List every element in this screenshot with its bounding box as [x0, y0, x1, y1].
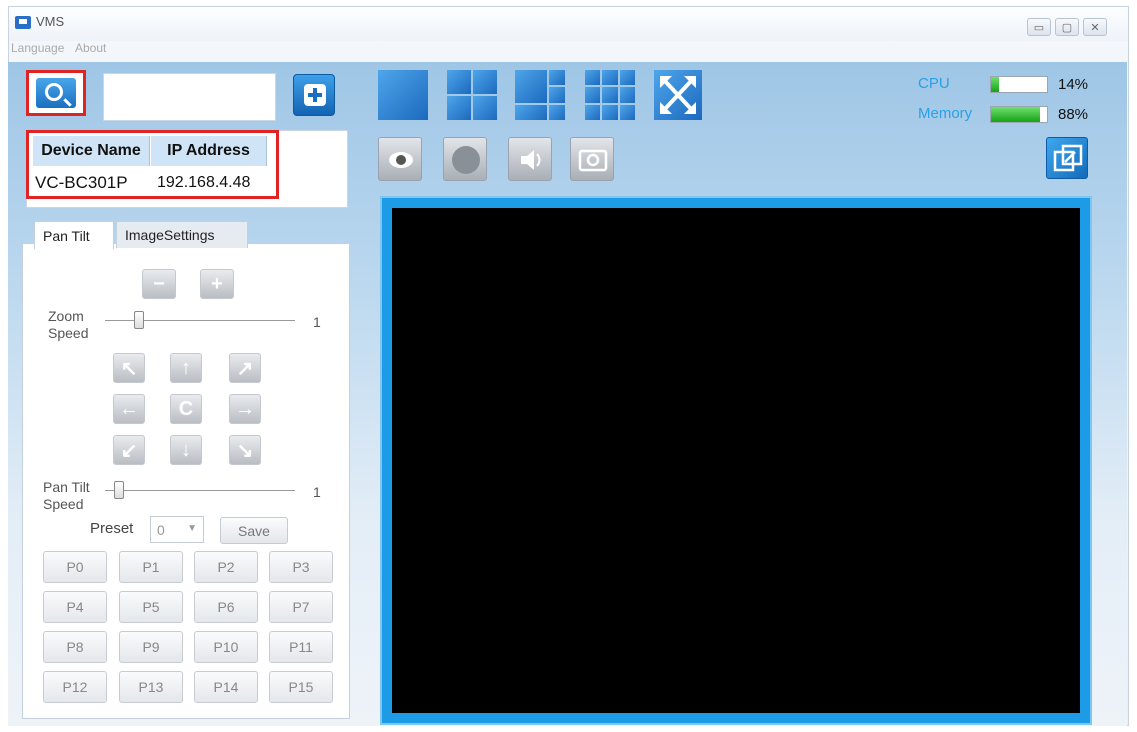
audio-button[interactable] [508, 137, 552, 181]
pan-center-button[interactable]: C [170, 394, 202, 424]
pan-down-button[interactable]: ↓ [170, 435, 202, 465]
live-view-button[interactable] [378, 137, 422, 181]
preset-label: Preset [90, 520, 134, 537]
pan-tilt-speed-slider[interactable] [105, 490, 295, 491]
menu-about[interactable]: About [75, 41, 106, 55]
preset-button-p6[interactable]: P6 [194, 591, 258, 623]
pan-up-right-button[interactable]: ↗ [229, 353, 261, 383]
cpu-meter-fill [991, 77, 999, 92]
record-icon [452, 146, 480, 174]
arrow-down-icon: ↓ [181, 438, 191, 461]
memory-meter-fill [991, 107, 1041, 122]
expand-icon [660, 76, 696, 114]
arrow-left-icon: ← [119, 397, 139, 420]
search-icon [45, 83, 63, 101]
memory-label: Memory [918, 105, 973, 122]
preset-button-p4[interactable]: P4 [43, 591, 107, 623]
preset-button-p9[interactable]: P9 [119, 631, 183, 663]
menu-language[interactable]: Language [11, 41, 64, 55]
preset-button-p3[interactable]: P3 [269, 551, 333, 583]
snapshot-button[interactable] [570, 137, 614, 181]
center-icon: C [178, 397, 194, 420]
pan-tilt-speed-slider-thumb[interactable] [114, 481, 124, 499]
pan-left-button[interactable]: ← [113, 394, 145, 424]
close-button[interactable]: ✕ [1083, 18, 1107, 36]
preset-button-p14[interactable]: P14 [194, 671, 258, 703]
preset-button-p5[interactable]: P5 [119, 591, 183, 623]
pan-right-button[interactable]: → [229, 394, 261, 424]
memory-meter [990, 106, 1048, 123]
chevron-down-icon: ▼ [187, 523, 197, 534]
pan-down-right-button[interactable]: ↘ [229, 435, 261, 465]
preset-select[interactable]: 0 ▼ [150, 516, 204, 543]
pan-up-button[interactable]: ↑ [170, 353, 202, 383]
eye-icon [389, 152, 413, 168]
speaker-icon [521, 150, 541, 170]
arrow-up-left-icon: ↖ [120, 357, 138, 380]
tab-image-settings[interactable]: ImageSettings [116, 221, 248, 248]
zoom-in-icon: + [211, 272, 223, 295]
pan-tilt-speed-value: 1 [313, 484, 321, 500]
app-icon [15, 16, 31, 29]
layout-single-button[interactable] [378, 70, 428, 120]
preset-button-p1[interactable]: P1 [119, 551, 183, 583]
cpu-label: CPU [918, 75, 950, 92]
arrow-down-left-icon: ↙ [120, 439, 138, 462]
arrow-up-icon: ↑ [181, 356, 191, 379]
device-highlight-box [26, 130, 279, 199]
menu-bar: Language About [9, 41, 1128, 61]
save-preset-button[interactable]: Save [220, 517, 288, 544]
fullscreen-button[interactable] [654, 70, 702, 120]
video-display[interactable] [392, 208, 1080, 713]
minimize-button[interactable]: ▭ [1027, 18, 1051, 36]
preset-button-p12[interactable]: P12 [43, 671, 107, 703]
preset-button-p2[interactable]: P2 [194, 551, 258, 583]
zoom-speed-value: 1 [313, 314, 321, 330]
preset-button-p10[interactable]: P10 [194, 631, 258, 663]
popout-icon [1053, 144, 1083, 172]
layout-six-button[interactable] [515, 70, 565, 120]
record-button[interactable] [443, 137, 487, 181]
search-button[interactable] [26, 70, 86, 116]
preset-button-p0[interactable]: P0 [43, 551, 107, 583]
preset-select-value: 0 [157, 521, 165, 538]
camera-icon [578, 149, 608, 172]
zoom-in-button[interactable]: + [200, 269, 234, 299]
zoom-speed-slider-thumb[interactable] [134, 311, 144, 329]
add-device-button[interactable] [293, 74, 335, 116]
window-title: VMS [36, 14, 65, 29]
layout-nine-button[interactable] [585, 70, 635, 120]
maximize-button[interactable]: ▢ [1055, 18, 1079, 36]
cpu-value: 14% [1058, 76, 1089, 93]
title-bar: VMS ▭ ▢ ✕ [9, 7, 1128, 41]
cpu-meter [990, 76, 1048, 93]
memory-value: 88% [1058, 106, 1089, 123]
pan-up-left-button[interactable]: ↖ [113, 353, 145, 383]
tab-pan-tilt[interactable]: Pan Tilt [34, 221, 114, 249]
plus-icon [304, 84, 326, 106]
arrow-down-right-icon: ↘ [236, 439, 254, 462]
zoom-out-icon: − [153, 272, 165, 295]
zoom-speed-label: Zoom Speed [48, 308, 89, 341]
preset-button-p8[interactable]: P8 [43, 631, 107, 663]
popout-window-button[interactable] [1046, 137, 1088, 179]
preset-button-p15[interactable]: P15 [269, 671, 333, 703]
preset-button-p11[interactable]: P11 [269, 631, 333, 663]
arrow-up-right-icon: ↗ [236, 357, 254, 380]
arrow-right-icon: → [235, 397, 255, 420]
pan-tilt-speed-label: Pan Tilt Speed [43, 479, 90, 512]
preset-button-p13[interactable]: P13 [119, 671, 183, 703]
search-input[interactable] [103, 73, 276, 121]
layout-quad-button[interactable] [447, 70, 497, 120]
pan-down-left-button[interactable]: ↙ [113, 435, 145, 465]
preset-button-p7[interactable]: P7 [269, 591, 333, 623]
zoom-out-button[interactable]: − [142, 269, 176, 299]
